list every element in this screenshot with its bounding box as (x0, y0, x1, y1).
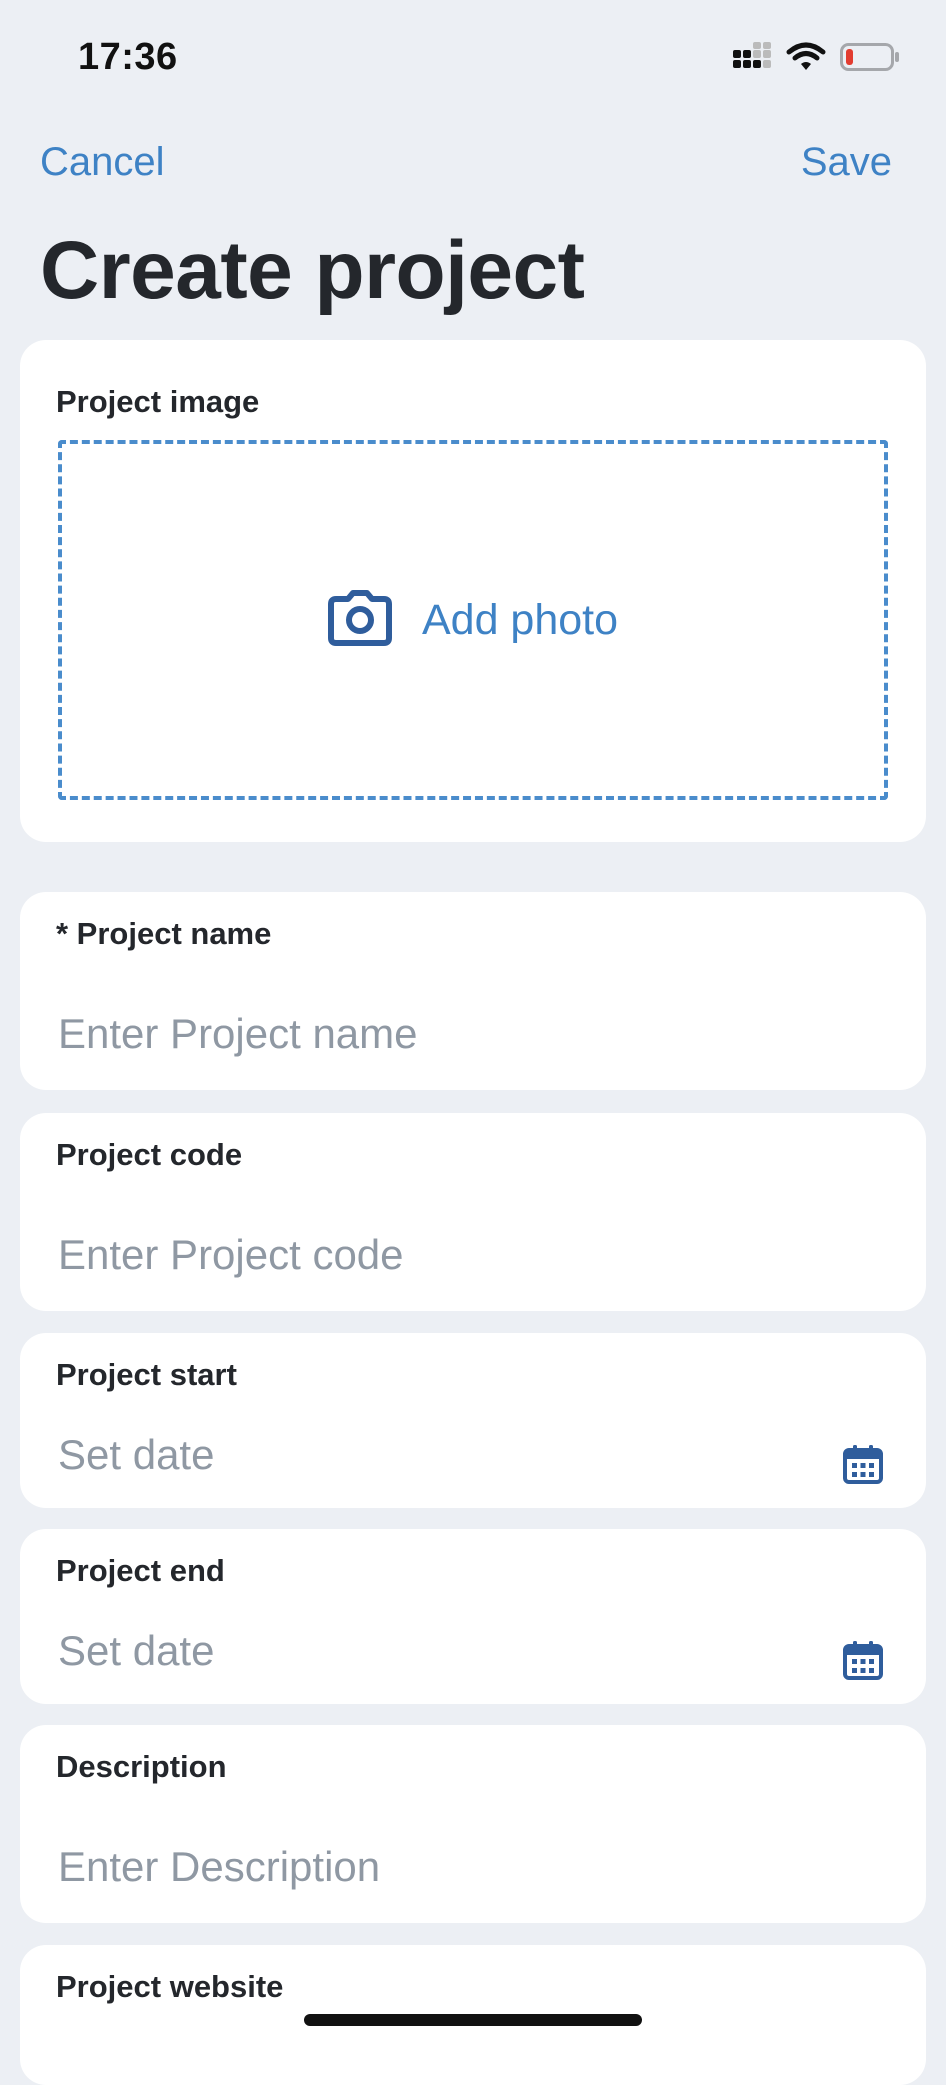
status-icons (732, 42, 900, 77)
status-bar: 17:36 (0, 0, 946, 120)
nav-bar: Cancel Save (0, 140, 946, 200)
project-image-label: Project image (56, 384, 260, 419)
calendar-icon[interactable] (842, 1639, 884, 1681)
page-title: Create project (40, 225, 585, 316)
project-name-label: * Project name (56, 916, 272, 951)
project-name-card: * Project name (20, 892, 926, 1090)
wifi-icon (786, 42, 826, 77)
camera-icon (327, 589, 392, 651)
project-name-input[interactable] (58, 1010, 838, 1058)
home-indicator (304, 2014, 642, 2026)
add-photo-button[interactable]: Add photo (58, 440, 888, 800)
project-end-card: Project end (20, 1529, 926, 1704)
calendar-icon[interactable] (842, 1443, 884, 1485)
save-button[interactable]: Save (801, 140, 892, 185)
cancel-button[interactable]: Cancel (40, 140, 165, 185)
description-label: Description (56, 1749, 227, 1784)
project-start-date-field[interactable] (58, 1431, 838, 1479)
project-code-label: Project code (56, 1137, 243, 1172)
project-end-date-field[interactable] (58, 1627, 838, 1675)
description-card: Description (20, 1725, 926, 1923)
add-photo-label: Add photo (421, 595, 619, 644)
project-code-input[interactable] (58, 1231, 838, 1279)
project-start-label: Project start (56, 1357, 237, 1392)
battery-low-icon (840, 42, 900, 77)
cellular-signal-icon (732, 42, 772, 77)
project-image-card: Project image Add photo (20, 340, 926, 842)
project-start-card: Project start (20, 1333, 926, 1508)
project-end-label: Project end (56, 1553, 225, 1588)
description-input[interactable] (58, 1843, 838, 1891)
project-code-card: Project code (20, 1113, 926, 1311)
status-time: 17:36 (78, 36, 178, 78)
project-website-label: Project website (56, 1969, 284, 2004)
